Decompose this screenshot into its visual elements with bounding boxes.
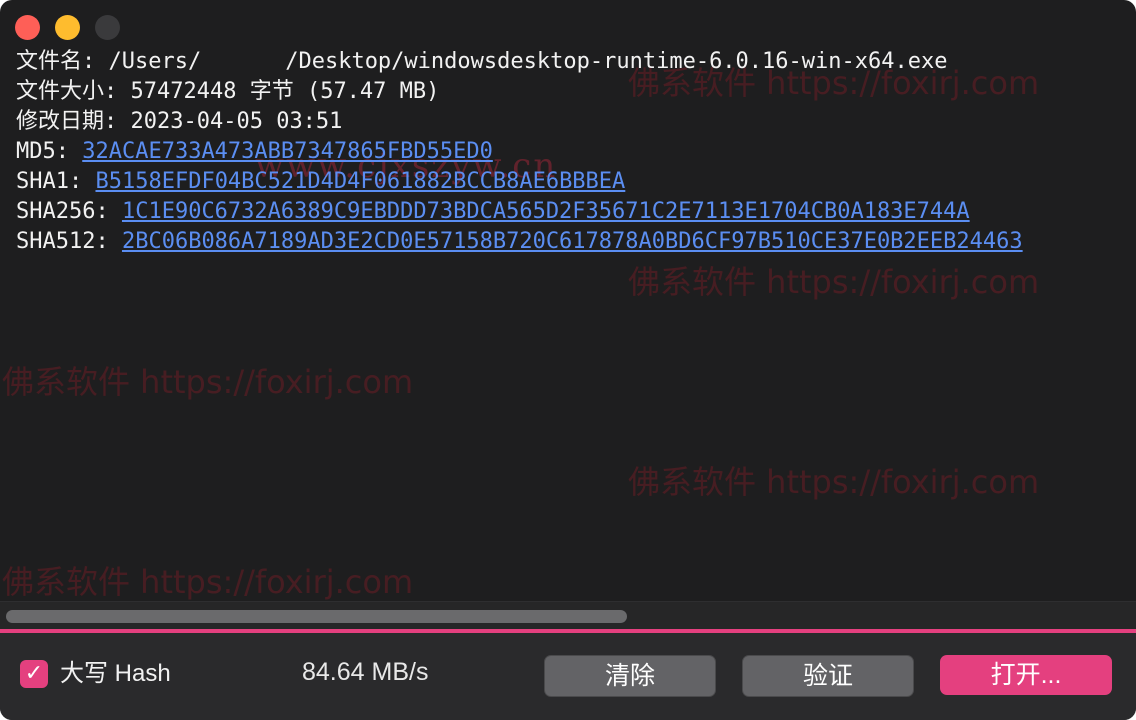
watermark-text: 佛系软件 https://foxirj.com [2,363,414,401]
redacted-username [201,51,285,73]
horizontal-scrollbar[interactable] [0,601,1136,632]
sha1-row: SHA1: B5158EFDF04BC521D4D4F061882BCCB8AE… [16,167,1136,197]
hash-speed: 84.64 MB/s [302,658,429,686]
sha512-row: SHA512: 2BC06B086A7189AD3E2CD0E57158B720… [16,227,1136,257]
clear-button[interactable]: 清除 [544,655,716,697]
md5-row: MD5: 32ACAE733A473ABB7347865FBD55ED0 [16,137,1136,167]
checkmark-icon: ✓ [24,661,44,686]
size-label: 文件大小: [16,79,118,104]
bottom-toolbar: ✓ 大写 Hash 84.64 MB/s 清除 验证 打开... [0,633,1136,720]
sha1-hash-link[interactable]: B5158EFDF04BC521D4D4F061882BCCB8AE6BBBEA [95,169,625,194]
sha256-row: SHA256: 1C1E90C6732A6389C9EBDDD73BDCA565… [16,197,1136,227]
horizontal-scrollbar-thumb[interactable] [6,610,627,623]
size-value: 57472448 字节 (57.47 MB) [130,79,440,104]
size-row: 文件大小: 57472448 字节 (57.47 MB) [16,77,1136,107]
watermark-text: 佛系软件 https://foxirj.com [628,263,1040,301]
sha256-hash-link[interactable]: 1C1E90C6732A6389C9EBDDD73BDCA565D2F35671… [122,199,970,224]
sha1-label: SHA1: [16,169,83,194]
verify-button[interactable]: 验证 [742,655,914,697]
close-window-button[interactable] [15,15,40,40]
maximize-window-button[interactable] [95,15,120,40]
sha512-label: SHA512: [16,229,109,254]
sha256-label: SHA256: [16,199,109,224]
filename-label: 文件名: [16,49,96,74]
watermark-text: 佛系软件 https://foxirj.com [628,463,1040,501]
date-label: 修改日期: [16,109,118,134]
uppercase-hash-label[interactable]: 大写 Hash [60,659,171,689]
hash-output-area[interactable]: 文件名: /Users/ /Desktop/windowsdesktop-runt… [16,47,1136,257]
open-button[interactable]: 打开... [940,655,1112,695]
watermark-text: 佛系软件 https://foxirj.com [2,563,414,601]
md5-hash-link[interactable]: 32ACAE733A473ABB7347865FBD55ED0 [82,139,493,164]
minimize-window-button[interactable] [55,15,80,40]
window-controls [15,15,120,40]
filename-prefix: /Users/ [108,49,202,74]
filename-suffix: /Desktop/windowsdesktop-runtime-6.0.16-w… [285,49,948,74]
date-row: 修改日期: 2023-04-05 03:51 [16,107,1136,137]
sha512-hash-link[interactable]: 2BC06B086A7189AD3E2CD0E57158B720C617878A… [122,229,1023,254]
date-value: 2023-04-05 03:51 [130,109,343,134]
filename-row: 文件名: /Users/ /Desktop/windowsdesktop-runt… [16,47,1136,77]
uppercase-hash-checkbox[interactable]: ✓ [20,660,48,688]
app-window: 佛系软件 https://foxirj.com www.cjxszyw.cn 佛… [0,0,1136,720]
md5-label: MD5: [16,139,69,164]
